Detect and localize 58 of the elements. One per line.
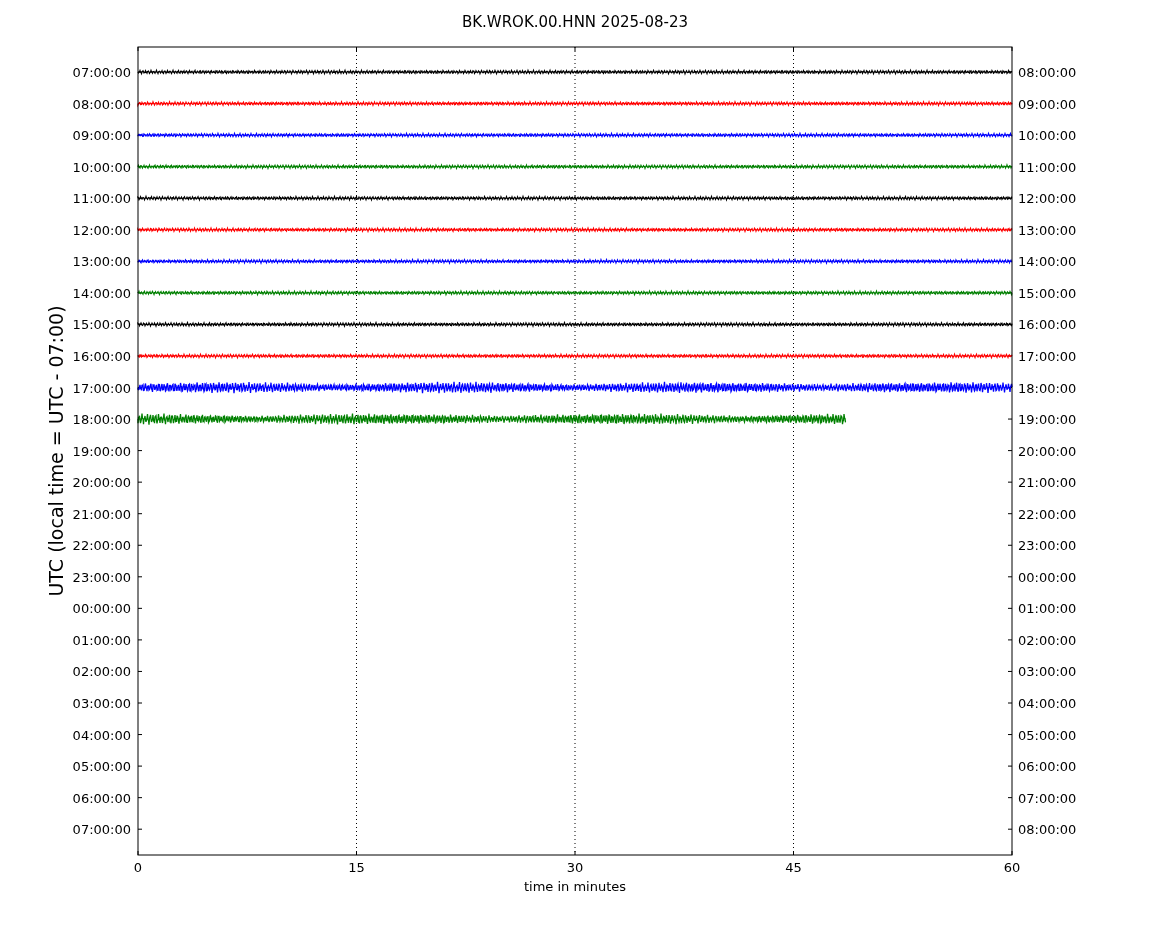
y-tick-label: 02:00:00: [72, 664, 131, 680]
plot-title: BK.WROK.00.HNN 2025-08-23: [461, 13, 689, 31]
y-tick-label: 01:00:00: [72, 632, 131, 648]
x-tick-label: 0: [133, 860, 143, 875]
y-tick-label: 06:00:00: [72, 790, 131, 806]
y-tick-label: 07:00:00: [72, 65, 131, 80]
axis-label: time in minutes: [523, 879, 627, 894]
y-tick-label: 02:00:00: [1018, 632, 1077, 648]
y-tick-label: 00:00:00: [1018, 569, 1077, 585]
y-tick-label: 17:00:00: [72, 380, 131, 396]
y-tick-label: 10:00:00: [1018, 128, 1077, 144]
y-tick-label: 21:00:00: [1018, 475, 1077, 491]
y-tick-label: 18:00:00: [1018, 380, 1077, 396]
y-tick-label: 20:00:00: [72, 475, 131, 491]
y-tick-label: 18:00:00: [72, 412, 131, 428]
y-tick-label: 22:00:00: [1018, 506, 1077, 522]
y-tick-label: 14:00:00: [72, 285, 131, 301]
y-tick-label: 12:00:00: [72, 222, 131, 238]
y-tick-label: 11:00:00: [1018, 159, 1077, 175]
y-tick-label: 23:00:00: [1018, 538, 1077, 554]
y-tick-label: 09:00:00: [1018, 96, 1077, 112]
y-tick-label: 20:00:00: [1018, 443, 1077, 459]
y-tick-label: 04:00:00: [72, 727, 131, 743]
y-tick-label: 11:00:00: [72, 191, 131, 207]
x-tick-label: 45: [785, 860, 802, 875]
y-tick-label: 00:00:00: [72, 601, 131, 617]
y-tick-label: 21:00:00: [72, 506, 131, 522]
y-tick-label: 22:00:00: [72, 538, 131, 554]
y-tick-label: 08:00:00: [1018, 822, 1077, 838]
y-tick-label: 16:00:00: [1018, 317, 1077, 333]
x-tick-label: 60: [1003, 860, 1021, 875]
y-tick-label: 19:00:00: [1018, 412, 1077, 428]
axis-label: UTC (local time = UTC - 07:00): [45, 305, 67, 597]
y-tick-label: 07:00:00: [72, 822, 131, 838]
y-tick-label: 10:00:00: [72, 159, 131, 175]
y-tick-label: 03:00:00: [72, 696, 131, 711]
y-tick-label: 08:00:00: [72, 96, 131, 112]
y-tick-label: 07:00:00: [1018, 790, 1077, 806]
x-tick-label: 30: [566, 860, 584, 875]
y-tick-label: 16:00:00: [72, 348, 131, 364]
y-tick-label: 13:00:00: [1018, 222, 1077, 238]
y-tick-label: 15:00:00: [72, 317, 131, 333]
y-tick-label: 03:00:00: [1018, 664, 1077, 680]
y-tick-label: 14:00:00: [1018, 254, 1077, 270]
y-tick-label: 13:00:00: [72, 254, 131, 270]
y-tick-label: 05:00:00: [1018, 727, 1077, 743]
x-tick-label: 15: [348, 860, 365, 875]
y-tick-label: 08:00:00: [1018, 65, 1077, 80]
y-tick-label: 04:00:00: [1018, 696, 1077, 711]
y-tick-label: 23:00:00: [72, 569, 131, 585]
y-tick-label: 06:00:00: [1018, 759, 1077, 775]
y-tick-label: 17:00:00: [1018, 348, 1077, 364]
y-tick-label: 15:00:00: [1018, 285, 1077, 301]
y-tick-label: 01:00:00: [1018, 601, 1077, 617]
y-tick-label: 09:00:00: [72, 128, 131, 144]
y-tick-label: 19:00:00: [72, 443, 131, 459]
y-tick-label: 05:00:00: [72, 759, 131, 775]
y-tick-label: 12:00:00: [1018, 191, 1077, 207]
